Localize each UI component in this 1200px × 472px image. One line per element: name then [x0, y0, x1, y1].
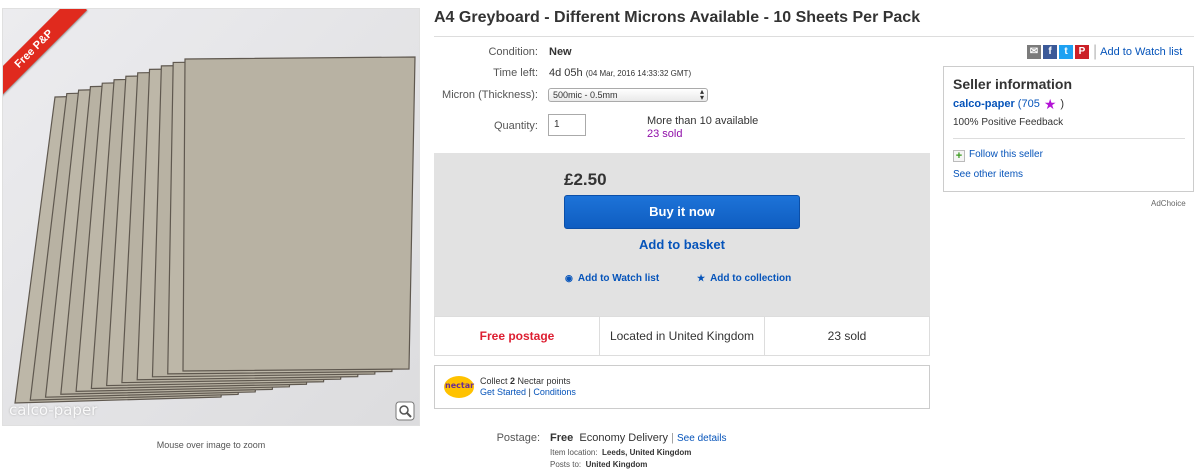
see-other-items-link[interactable]: See other items [953, 169, 1023, 180]
postage-value: Free Economy Delivery | See details [550, 432, 726, 444]
nectar-logo: nectar [444, 376, 474, 398]
item-location-label: Item location: [550, 448, 598, 457]
select-arrows-icon: ▴ ▾ [699, 87, 704, 102]
add-to-collection-label: Add to collection [710, 273, 792, 284]
product-image[interactable]: Free P&P calco-paper [2, 8, 420, 426]
buy-it-now-button[interactable]: Buy it now [564, 195, 800, 229]
facebook-icon[interactable]: f [1043, 45, 1057, 59]
adchoice-link[interactable]: AdChoice [1151, 199, 1186, 208]
listing-title: A4 Greyboard - Different Microns Availab… [434, 9, 921, 26]
follow-seller-link[interactable]: + Follow this seller [953, 149, 1043, 162]
zoom-icon[interactable] [395, 401, 415, 421]
title-divider [434, 36, 1194, 37]
postage-free: Free [550, 432, 574, 444]
star-icon: ★ [697, 273, 706, 283]
pinterest-icon[interactable]: P [1075, 45, 1089, 59]
time-left-countdown: 4d 05h [549, 67, 583, 79]
item-location: Item location: Leeds, United Kingdom [550, 448, 691, 457]
add-to-watch-list-link[interactable]: ◉ Add to Watch list [565, 273, 659, 284]
nectar-conditions-link[interactable]: Conditions [533, 387, 576, 397]
image-watermark: calco-paper [9, 401, 98, 419]
micron-label: Micron (Thickness): [442, 89, 538, 101]
sold-count-link[interactable]: 23 sold [647, 128, 758, 141]
seller-divider [953, 138, 1185, 139]
share-bar: ✉ f t P | Add to Watch list [1027, 43, 1182, 60]
image-panel: Free P&P calco-paper Mouse over image to… [0, 0, 422, 472]
availability: More than 10 available 23 sold [647, 115, 758, 141]
micron-select[interactable]: 500mic - 0.5mm ▴ ▾ [548, 88, 708, 102]
nectar-get-started-link[interactable]: Get Started [480, 387, 526, 397]
nectar-divider: | [528, 387, 531, 397]
postage-label: Postage: [496, 432, 540, 444]
seller-score-link[interactable]: 705 [1021, 98, 1039, 110]
nectar-collect-suffix: Nectar points [515, 376, 571, 386]
nectar-panel: nectar Collect 2 Nectar points Get Start… [434, 365, 930, 409]
add-to-watch-list-label: Add to Watch list [577, 273, 660, 284]
item-location-value: Leeds, United Kingdom [602, 448, 692, 457]
quantity-label: Quantity: [493, 120, 538, 132]
location-cell: Located in United Kingdom [599, 317, 764, 355]
eye-icon: ◉ [565, 273, 573, 283]
free-postage-cell: Free postage [479, 329, 555, 343]
add-to-watch-list-top-link[interactable]: Add to Watch list [1100, 46, 1182, 58]
shipping-summary: Free postage Located in United Kingdom 2… [434, 316, 930, 356]
plus-icon: + [953, 150, 965, 162]
time-left-date: (04 Mar, 2016 14:33:32 GMT) [585, 69, 692, 78]
quantity-input[interactable]: 1 [548, 114, 586, 136]
follow-seller-label: Follow this seller [969, 149, 1043, 160]
see-details-link[interactable]: See details [677, 433, 726, 444]
time-left-label: Time left: [493, 67, 538, 79]
purchase-panel [434, 153, 930, 316]
condition-label: Condition: [488, 46, 538, 58]
nectar-collect-prefix: Collect [480, 376, 511, 386]
posts-to-value: United Kingdom [585, 460, 648, 469]
time-left-value: 4d 05h (04 Mar, 2016 14:33:32 GMT) [549, 67, 691, 79]
seller-name-link[interactable]: calco-paper [953, 98, 1015, 110]
add-to-collection-link[interactable]: ★ Add to collection [697, 273, 791, 284]
nectar-text: Collect 2 Nectar points Get Started | Co… [480, 376, 576, 398]
sold-cell: 23 sold [764, 317, 929, 355]
zoom-hint: Mouse over image to zoom [156, 440, 266, 450]
posts-to: Posts to: United Kingdom [550, 460, 647, 469]
nectar-links: Get Started | Conditions [480, 387, 576, 398]
share-divider: | [1093, 43, 1098, 60]
postage-divider: | [671, 432, 674, 444]
nectar-collect: Collect 2 Nectar points [480, 376, 576, 387]
seller-feedback: 100% Positive Feedback [953, 117, 1064, 128]
postage-service: Economy Delivery [579, 432, 669, 444]
twitter-icon[interactable]: t [1059, 45, 1073, 59]
feedback-star-icon: ★ [1043, 96, 1057, 112]
email-icon[interactable]: ✉ [1027, 45, 1041, 59]
seller-heading: Seller information [953, 76, 1073, 92]
condition-value: New [549, 46, 572, 58]
greyboard-sheet [182, 56, 416, 372]
availability-text: More than 10 available [647, 115, 759, 127]
nectar-logo-text: nectar [445, 381, 475, 390]
posts-to-label: Posts to: [550, 460, 582, 469]
add-to-basket-button[interactable]: Add to basket [564, 237, 800, 252]
item-price: £2.50 [564, 170, 607, 189]
greyboard-sheets-image [3, 9, 419, 425]
micron-selected-value: 500mic - 0.5mm [553, 90, 618, 100]
seller-information-panel: Seller information calco-paper (705 ★) 10… [943, 66, 1194, 192]
seller-score-close: ) [1060, 98, 1065, 110]
seller-line: calco-paper (705 ★) [953, 96, 1064, 113]
